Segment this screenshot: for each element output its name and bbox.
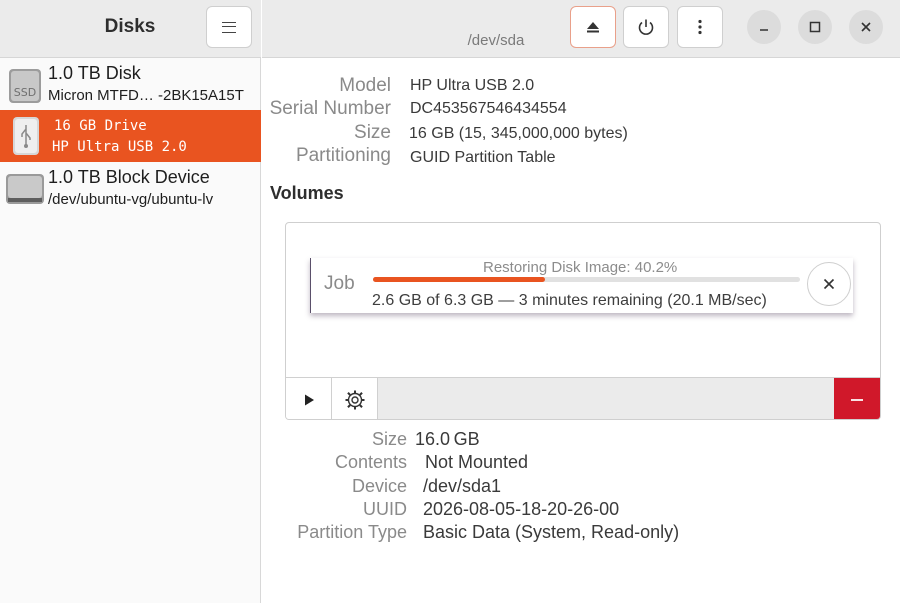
main-menu-button[interactable] [206, 6, 252, 48]
maximize-button[interactable] [798, 10, 832, 44]
gear-icon [345, 390, 364, 409]
model-label: Model [339, 75, 391, 96]
partition-type-value: Basic Data (System, Read-only) [423, 522, 680, 542]
volume-toolbar [286, 377, 880, 419]
disk-subtitle: HP Ultra USB 2.0 [52, 139, 187, 155]
disk-item-ssd[interactable]: SSD 1.0 TB Disk Micron MTFD… -2BK15A15T [0, 60, 261, 112]
contents-label: Contents [334, 452, 407, 472]
partitioning-value: GUID Partition Table [410, 149, 556, 166]
delete-partition-button[interactable] [834, 378, 880, 419]
partition-options-button[interactable] [332, 378, 378, 419]
disk-item-usb[interactable]: 16 GB Drive HP Ultra USB 2.0 [0, 110, 261, 162]
close-icon [861, 22, 871, 32]
serial-number-value: DC453567546434554 [410, 100, 567, 117]
device-value: /dev/sda1 [423, 476, 502, 496]
size-label: Size [354, 122, 391, 143]
model-value: HP Ultra USB 2.0 [410, 77, 535, 94]
cancel-job-button[interactable] [807, 262, 851, 306]
disk-subtitle: Micron MTFD… -2BK15A15T [48, 87, 244, 104]
play-icon [304, 394, 314, 405]
uuid-label: UUID [363, 499, 407, 519]
drive-options-button[interactable] [677, 6, 723, 48]
job-progress-bar [373, 277, 800, 282]
eject-button[interactable] [570, 6, 616, 48]
disk-name: 16 GB Drive [54, 118, 147, 134]
partition-size-value: 16.0 GB [415, 429, 480, 449]
job-progress-fill [373, 277, 545, 282]
volumes-frame [285, 222, 881, 420]
mount-button[interactable] [286, 378, 332, 419]
job-label: Job [324, 273, 355, 294]
partition-size-label: Size [371, 429, 407, 449]
minus-icon [851, 398, 863, 401]
job-detail: 2.6 GB of 6.3 GB — 3 minutes remaining (… [372, 292, 767, 309]
ssd-icon: SSD [9, 69, 41, 103]
window-subtitle: /dev/sda [467, 32, 525, 49]
ssd-label: SSD [14, 86, 36, 99]
power-off-button[interactable] [623, 6, 669, 48]
job-progress-card: Job Restoring Disk Image: 40.2% 2.6 GB o… [310, 258, 853, 313]
usb-drive-icon [13, 117, 39, 155]
contents-value: Not Mounted [425, 452, 529, 472]
maximize-icon [809, 21, 821, 33]
hard-drive-icon [6, 174, 44, 204]
close-icon [823, 278, 835, 290]
eject-icon [587, 22, 599, 33]
disk-name: 1.0 TB Disk [48, 63, 141, 83]
disk-name: 1.0 TB Block Device [48, 167, 210, 187]
device-label: Device [351, 476, 407, 496]
vertical-dots-icon [698, 19, 702, 35]
partitioning-label: Partitioning [295, 145, 391, 166]
size-value: 16 GB (15, 345,000,000 bytes) [409, 125, 628, 142]
power-icon [638, 19, 654, 35]
disk-item-block-device[interactable]: 1.0 TB Block Device /dev/ubuntu-vg/ubunt… [0, 164, 261, 216]
sidebar: Disks SSD 1.0 TB Disk Micron MTFD… -2BK1… [0, 0, 261, 603]
partition-type-label: Partition Type [297, 522, 407, 542]
volumes-heading: Volumes [270, 183, 344, 203]
disk-subtitle: /dev/ubuntu-vg/ubuntu-lv [48, 191, 214, 208]
uuid-value: 2026-08-05-18-20-26-00 [423, 499, 620, 519]
sidebar-header: Disks [0, 0, 261, 58]
close-window-button[interactable] [849, 10, 883, 44]
minimize-button[interactable] [747, 10, 781, 44]
app-title: Disks [104, 16, 156, 37]
hamburger-icon [222, 21, 236, 33]
serial-number-label: Serial Number [269, 98, 391, 119]
job-title: Restoring Disk Image: 40.2% [483, 259, 678, 276]
minimize-icon [760, 29, 768, 31]
headerbar: /dev/sda [262, 0, 900, 58]
